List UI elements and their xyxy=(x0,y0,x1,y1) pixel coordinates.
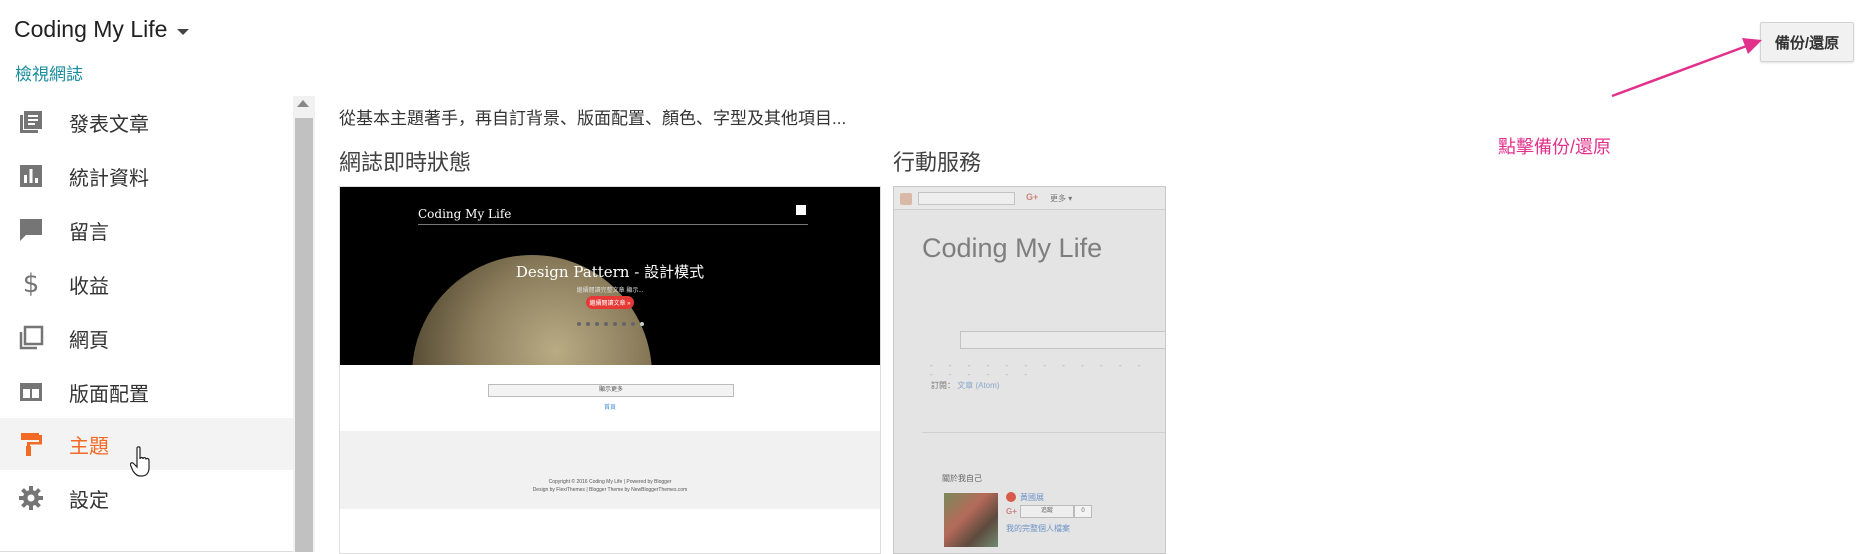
blog-title: Coding My Life xyxy=(14,16,168,42)
preview-copyright: Copyright © 2016 Coding My Life | Powere… xyxy=(548,479,672,485)
sidebar-item-theme[interactable]: 主題 xyxy=(0,418,293,477)
profile-link: 我的完整個人檔案 xyxy=(1006,524,1070,533)
preview-post-title: Design Pattern - 設計模式 xyxy=(515,263,705,281)
preview-search-bar: 顯示更多 xyxy=(488,384,734,397)
menu-icon xyxy=(796,205,806,215)
sidebar-item-label: 留言 xyxy=(69,221,109,244)
mobile-search-field xyxy=(960,331,1165,349)
scrollbar-thumb[interactable] xyxy=(295,118,313,552)
posts-icon xyxy=(16,107,46,137)
live-section-title: 網誌即時狀態 xyxy=(339,150,472,175)
sidebar-item-layout[interactable]: 版面配置 xyxy=(0,366,293,418)
gplus-label: G+ xyxy=(1026,192,1039,202)
dollar-icon: $ xyxy=(22,269,40,299)
comments-icon xyxy=(16,215,46,245)
blog-title-dropdown[interactable]: Coding My Life xyxy=(14,16,190,43)
follow-button: 追蹤 xyxy=(1020,505,1074,518)
mobile-about-title: 關於我自己 xyxy=(942,474,982,483)
sidebar-item-label: 設定 xyxy=(69,489,109,512)
annotation-text: 點擊備份/還原 xyxy=(1498,137,1612,157)
stats-icon xyxy=(16,161,46,191)
mobile-theme-preview[interactable]: G+ 更多 ▾ Coding My Life - - - - - - - - -… xyxy=(893,186,1166,554)
preview-credit: Design by FlexiThemes | Blogger Theme by… xyxy=(532,487,688,493)
preview-read-more: 繼續閱讀文章 » xyxy=(586,296,634,309)
mobile-dashes: - - - - - - - - - - - - - - - - - - xyxy=(930,361,1148,379)
mobile-section-title: 行動服務 xyxy=(893,150,982,175)
avatar xyxy=(1006,492,1016,502)
sidebar-item-label: 統計資料 xyxy=(69,167,149,190)
view-blog-link[interactable]: 檢視網誌 xyxy=(15,60,83,85)
sidebar-item-posts[interactable]: 發表文章 xyxy=(0,96,293,148)
sidebar-item-stats[interactable]: 統計資料 xyxy=(0,150,293,202)
scroll-up-icon[interactable] xyxy=(297,100,309,107)
gear-icon xyxy=(16,483,46,513)
layout-icon xyxy=(16,377,46,407)
preview-post-sub: 繼續閱讀完整文章 顯示... xyxy=(576,288,644,294)
theme-intro-text: 從基本主題著手，再自訂背景、版面配置、顏色、字型及其他項目... xyxy=(339,109,847,128)
sidebar-item-earnings[interactable]: $ 收益 xyxy=(0,258,293,310)
mobile-search-box xyxy=(918,192,1015,205)
mobile-blog-title: Coding My Life xyxy=(922,233,1103,263)
sidebar-item-label: 網頁 xyxy=(69,329,109,352)
preview-footer: Copyright © 2016 Coding My Life | Powere… xyxy=(340,431,880,509)
sidebar-item-label: 收益 xyxy=(69,275,109,298)
paint-roller-icon xyxy=(16,429,46,459)
preview-link: 首頁 xyxy=(603,405,616,411)
follow-count: 0 xyxy=(1074,505,1092,518)
backup-restore-button[interactable]: 備份/還原 xyxy=(1760,22,1854,62)
divider xyxy=(418,224,808,225)
sidebar-item-comments[interactable]: 留言 xyxy=(0,204,293,256)
sidebar-item-label: 主題 xyxy=(69,435,109,458)
sidebar-item-settings[interactable]: 設定 xyxy=(0,472,293,524)
sidebar: 發表文章 統計資料 留言 $ 收益 網頁 版面配置 主題 設定 xyxy=(0,96,293,552)
live-theme-preview[interactable]: Coding My Life Design Pattern - 設計模式 繼續閱… xyxy=(339,186,881,554)
more-menu: 更多 ▾ xyxy=(1050,194,1073,203)
sidebar-scrollbar[interactable] xyxy=(293,96,315,552)
gplus-icon: G+ xyxy=(1006,507,1017,516)
mobile-navbar: G+ 更多 ▾ xyxy=(894,187,1165,210)
chevron-down-icon xyxy=(177,28,190,35)
pages-icon xyxy=(16,323,46,353)
sidebar-item-pages[interactable]: 網頁 xyxy=(0,312,293,364)
profile-name: 黃國展 xyxy=(1020,493,1044,502)
sidebar-item-label: 版面配置 xyxy=(69,383,149,406)
sidebar-item-label: 發表文章 xyxy=(69,113,149,136)
slider-dots xyxy=(340,322,880,326)
profile-photo xyxy=(944,493,998,547)
preview-blog-title: Coding My Life xyxy=(418,207,512,221)
divider xyxy=(922,432,1165,433)
blogger-logo-icon xyxy=(900,193,912,205)
preview-hero: Coding My Life Design Pattern - 設計模式 繼續閱… xyxy=(340,187,880,365)
mobile-subscribe: 訂閱： 文章 (Atom) xyxy=(931,381,1000,390)
